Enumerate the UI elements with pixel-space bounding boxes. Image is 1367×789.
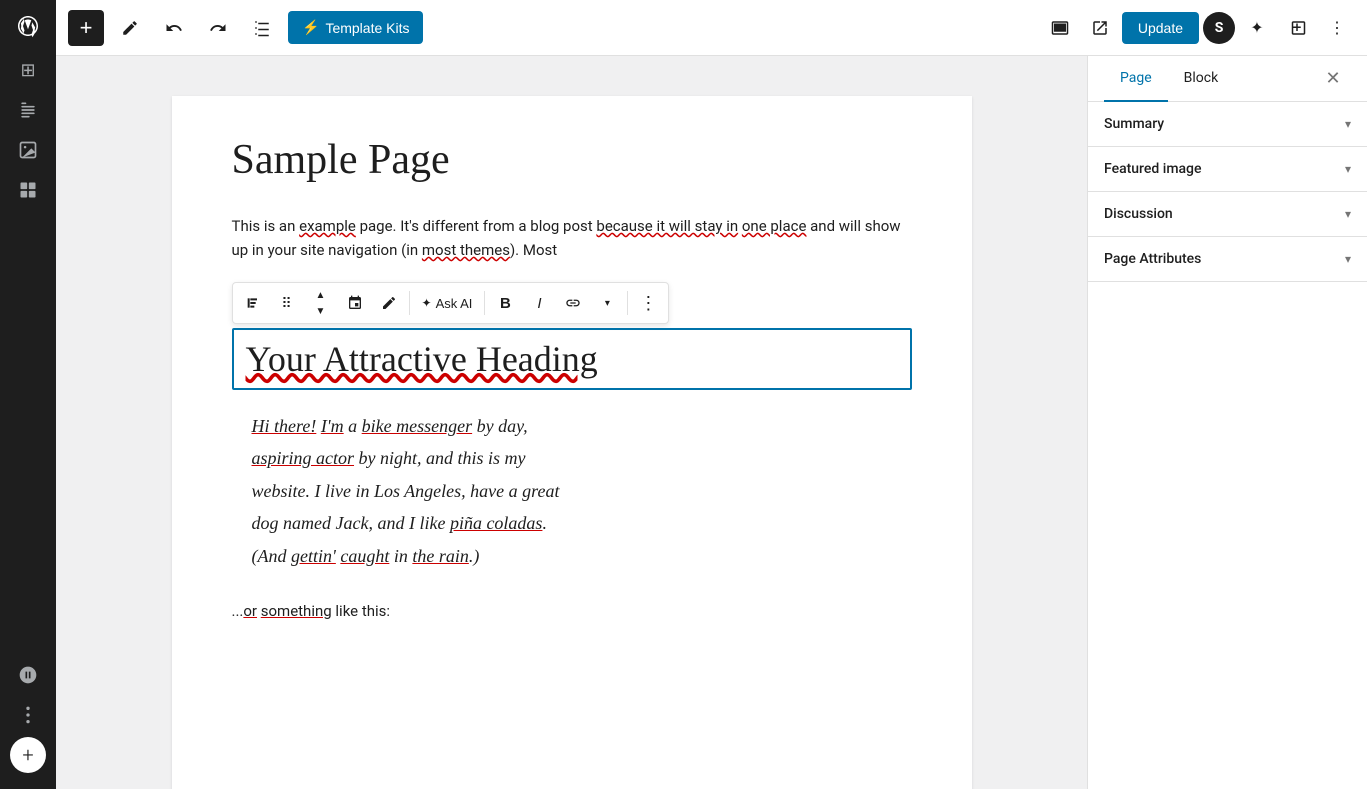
block-toolbar: ⠿ ▲ ▼ ✦ Ask AI [232, 282, 670, 324]
customize-icon[interactable] [10, 657, 46, 693]
editor-area[interactable]: Sample Page This is an example page. It'… [56, 56, 1087, 789]
ask-ai-label: Ask AI [436, 296, 473, 311]
wordpress-logo[interactable] [10, 8, 46, 44]
tab-page[interactable]: Page [1104, 56, 1168, 102]
move-up-button[interactable]: ▲ [305, 287, 337, 303]
main-container: + ⚡ Template Kits Update S ✦ [56, 0, 1367, 789]
add-new-button[interactable]: + [10, 737, 46, 773]
update-button[interactable]: Update [1122, 12, 1199, 44]
discussion-header[interactable]: Discussion ▾ [1088, 192, 1367, 236]
summary-header[interactable]: Summary ▾ [1088, 102, 1367, 146]
pages-icon[interactable] [10, 92, 46, 128]
left-sidebar: ⊞ + [0, 0, 56, 789]
drag-handle[interactable]: ⠿ [271, 287, 303, 319]
blocks-icon[interactable]: ⊞ [10, 52, 46, 88]
body-paragraph[interactable]: This is an example page. It's different … [232, 214, 912, 262]
page-attributes-header[interactable]: Page Attributes ▾ [1088, 237, 1367, 281]
page-attributes-section: Page Attributes ▾ [1088, 237, 1367, 282]
or-something-text: ...or something like this: [232, 602, 912, 620]
toolbar-divider-3 [627, 291, 628, 315]
view-page-button[interactable] [1082, 10, 1118, 46]
patterns-icon[interactable] [10, 172, 46, 208]
settings-bottom-icon[interactable] [10, 697, 46, 733]
link-dropdown-button[interactable]: ▾ [591, 287, 623, 319]
page-attributes-label: Page Attributes [1104, 251, 1201, 267]
list-view-button[interactable] [244, 10, 280, 46]
anchor-button[interactable] [339, 287, 371, 319]
desktop-preview-button[interactable] [1042, 10, 1078, 46]
move-down-button[interactable]: ▼ [305, 303, 337, 319]
bold-button[interactable]: B [489, 287, 521, 319]
tools-button[interactable] [112, 10, 148, 46]
toolbar-right: Update S ✦ ⋮ [1042, 10, 1355, 46]
panel-close-button[interactable]: ✕ [1315, 61, 1351, 97]
heading-block[interactable]: Your Attractive Heading [232, 328, 912, 390]
block-type-button[interactable] [237, 287, 269, 319]
settings-toggle-button[interactable] [1279, 10, 1315, 46]
redo-button[interactable] [200, 10, 236, 46]
page-title[interactable]: Sample Page [232, 136, 912, 184]
right-panel: Page Block ✕ Summary ▾ Featured image ▾ … [1087, 56, 1367, 789]
add-block-button[interactable]: + [68, 10, 104, 46]
toolbar-divider-2 [484, 291, 485, 315]
template-kits-label: Template Kits [325, 20, 409, 36]
block-more-options-button[interactable]: ⋮ [632, 287, 664, 319]
more-options-button[interactable]: ⋮ [1319, 10, 1355, 46]
toolbar-divider-1 [409, 291, 410, 315]
page-attributes-chevron: ▾ [1345, 252, 1351, 266]
panel-tabs: Page Block ✕ [1088, 56, 1367, 102]
scribe-icon[interactable]: S [1203, 12, 1235, 44]
featured-image-header[interactable]: Featured image ▾ [1088, 147, 1367, 191]
summary-chevron: ▾ [1345, 117, 1351, 131]
featured-image-section: Featured image ▾ [1088, 147, 1367, 192]
link-button[interactable] [557, 287, 589, 319]
quote-text[interactable]: Hi there! I'm a bike messenger by day, a… [252, 410, 892, 572]
discussion-section: Discussion ▾ [1088, 192, 1367, 237]
template-kits-button[interactable]: ⚡ Template Kits [288, 11, 423, 44]
media-icon[interactable] [10, 132, 46, 168]
discussion-label: Discussion [1104, 206, 1173, 222]
link-group: ▾ [557, 287, 623, 319]
tab-block[interactable]: Block [1168, 56, 1235, 102]
sparkle-icon: ✦ [422, 296, 432, 310]
summary-section: Summary ▾ [1088, 102, 1367, 147]
startersites-icon: ⚡ [302, 19, 319, 36]
undo-button[interactable] [156, 10, 192, 46]
italic-button[interactable]: I [523, 287, 555, 319]
quote-block[interactable]: Hi there! I'm a bike messenger by day, a… [252, 410, 892, 572]
ask-ai-button[interactable]: ✦ Ask AI [414, 292, 481, 315]
summary-label: Summary [1104, 116, 1164, 132]
style-button[interactable] [373, 287, 405, 319]
top-toolbar: + ⚡ Template Kits Update S ✦ [56, 0, 1367, 56]
featured-image-chevron: ▾ [1345, 162, 1351, 176]
editor-canvas: Sample Page This is an example page. It'… [172, 96, 972, 789]
discussion-chevron: ▾ [1345, 207, 1351, 221]
content-area: Sample Page This is an example page. It'… [56, 56, 1367, 789]
featured-image-label: Featured image [1104, 161, 1202, 177]
heading-text[interactable]: Your Attractive Heading [246, 338, 898, 380]
plugins-button[interactable]: ✦ [1239, 10, 1275, 46]
